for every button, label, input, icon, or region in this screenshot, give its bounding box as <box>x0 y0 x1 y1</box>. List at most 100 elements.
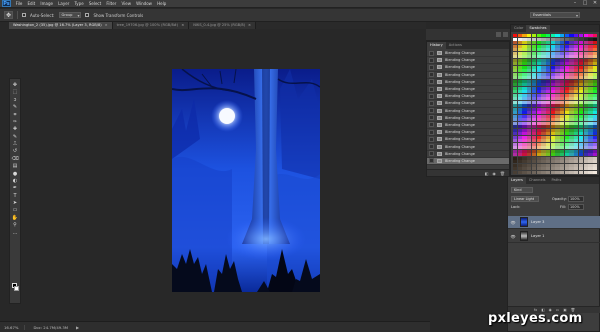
history-state[interactable]: Blending Change <box>427 122 509 130</box>
history-source-checkbox[interactable] <box>429 57 434 63</box>
menu-help[interactable]: Help <box>155 1 169 6</box>
tab-history[interactable]: History <box>427 42 446 49</box>
history-state[interactable]: Blending Change <box>427 157 509 165</box>
document-image[interactable] <box>172 69 320 292</box>
history-state[interactable]: Blending Change <box>427 151 509 158</box>
crop-icon[interactable]: ⌗ <box>11 112 19 118</box>
history-source-checkbox[interactable] <box>429 129 434 135</box>
path-select-icon[interactable]: ➤ <box>11 200 19 206</box>
blur-icon[interactable]: ● <box>11 171 19 177</box>
lasso-icon[interactable]: ↄ <box>11 97 19 103</box>
blend-mode-select[interactable]: Linear Light <box>511 196 539 202</box>
history-state[interactable]: Blending Change <box>427 108 509 115</box>
history-state[interactable]: Blending Change <box>427 100 509 108</box>
healing-icon[interactable]: ✚ <box>11 126 19 132</box>
stamp-icon[interactable]: ⎍ <box>11 141 19 147</box>
collapse-icon[interactable] <box>496 32 501 37</box>
history-source-checkbox[interactable] <box>429 100 434 106</box>
status-menu-arrow-icon[interactable]: ▶ <box>76 325 79 330</box>
tab-channels[interactable]: Channels <box>526 177 549 184</box>
tab-washington[interactable]: Washington_2 (35).jpg @ 16.7% (Layer 3, … <box>9 22 113 29</box>
eyedropper-icon[interactable]: ✑ <box>11 119 19 125</box>
background-color-swatch[interactable] <box>14 286 19 291</box>
history-state[interactable]: Blending Change <box>427 57 509 65</box>
fill-input[interactable]: 100% <box>568 204 584 210</box>
history-source-checkbox[interactable] <box>429 151 434 157</box>
tab-actions[interactable]: Actions <box>446 42 465 49</box>
layer-name[interactable]: Layer 3 <box>531 220 544 224</box>
close-tab-icon[interactable]: × <box>248 22 251 29</box>
menu-filter[interactable]: Filter <box>104 1 119 6</box>
move-icon[interactable]: ✥ <box>11 82 19 88</box>
layer-filter-kind-select[interactable]: Kind <box>511 187 533 193</box>
canvas-area[interactable] <box>22 29 426 321</box>
restore-icon[interactable]: □ <box>582 1 588 6</box>
layer-name[interactable]: Layer 1 <box>531 234 544 238</box>
history-source-checkbox[interactable] <box>429 64 434 70</box>
menu-image[interactable]: Image <box>38 1 56 6</box>
more-icon[interactable]: … <box>11 230 19 236</box>
history-source-checkbox[interactable] <box>429 93 434 99</box>
quick-select-icon[interactable]: ✎ <box>11 104 19 110</box>
menu-select[interactable]: Select <box>86 1 104 6</box>
close-tab-icon[interactable]: × <box>105 22 108 29</box>
tab-paths[interactable]: Paths <box>549 177 565 184</box>
pen-icon[interactable]: ✒ <box>11 185 19 191</box>
history-source-checkbox[interactable] <box>429 86 434 92</box>
minimize-icon[interactable]: – <box>572 1 578 6</box>
close-icon[interactable]: ✕ <box>592 1 598 6</box>
history-state[interactable]: Blending Change <box>427 129 509 137</box>
tab-color[interactable]: Color <box>511 25 526 32</box>
menu-edit[interactable]: Edit <box>25 1 38 6</box>
hand-icon[interactable]: ✋ <box>11 215 19 221</box>
tab-swatches[interactable]: Swatches <box>526 25 550 32</box>
type-icon[interactable]: T <box>11 193 19 199</box>
history-brush-icon[interactable]: ↺ <box>11 148 19 154</box>
eraser-icon[interactable]: ⌫ <box>11 156 19 162</box>
brush-icon[interactable]: ✎ <box>11 134 19 140</box>
zoom-icon[interactable]: ⚲ <box>11 222 19 228</box>
history-state[interactable]: Blending Change <box>427 64 509 72</box>
menu-layer[interactable]: Layer <box>56 1 72 6</box>
gradient-icon[interactable]: ▤ <box>11 163 19 169</box>
history-source-checkbox[interactable] <box>429 108 434 114</box>
history-source-checkbox[interactable] <box>429 144 434 150</box>
menu-view[interactable]: View <box>119 1 134 6</box>
tab-layers[interactable]: Layers <box>508 177 526 184</box>
color-swatch[interactable] <box>592 170 598 174</box>
history-source-checkbox[interactable] <box>429 72 434 78</box>
move-tool-preset-icon[interactable]: ✥ <box>4 11 13 19</box>
visibility-eye-icon[interactable]: 👁 <box>510 220 516 225</box>
dodge-icon[interactable]: ◐ <box>11 178 19 184</box>
history-source-checkbox[interactable] <box>429 50 434 56</box>
layer-row-layer-3[interactable]: 👁 Layer 3 <box>508 216 600 229</box>
history-state[interactable]: Blending Change <box>427 79 509 86</box>
tab-niks[interactable]: NIKS_0-4.jpg @ 25% (RGB/8) × <box>189 22 257 29</box>
show-transform-checkbox[interactable] <box>85 13 90 17</box>
marquee-icon[interactable]: ⬚ <box>11 89 19 95</box>
history-state[interactable]: Blending Change <box>427 136 509 144</box>
opacity-input[interactable]: 100% <box>568 196 584 202</box>
history-state[interactable]: Blending Change <box>427 115 509 122</box>
delete-state-icon[interactable]: 🗑 <box>500 171 505 176</box>
new-document-from-state-icon[interactable]: ◧ <box>485 171 489 176</box>
shape-icon[interactable]: ▭ <box>11 207 19 213</box>
tab-tree[interactable]: tree_19706.jpg @ 100% (RGB/8#) × <box>112 22 190 29</box>
layer-row-layer-1[interactable]: 👁 Layer 1 <box>508 230 600 243</box>
menu-file[interactable]: File <box>13 1 25 6</box>
menu-window[interactable]: Window <box>134 1 155 6</box>
zoom-level[interactable]: 16.67% <box>4 324 26 330</box>
panel-menu-icon[interactable] <box>503 32 508 37</box>
visibility-eye-icon[interactable]: 👁 <box>510 234 516 239</box>
workspace-dropdown[interactable]: Essentials <box>530 12 580 18</box>
history-state[interactable]: Blending Change <box>427 143 509 151</box>
history-state[interactable]: Blending Change <box>427 93 509 101</box>
history-source-checkbox[interactable] <box>429 79 434 85</box>
history-state[interactable]: Blending Change <box>427 72 509 79</box>
history-state[interactable]: Blending Change <box>427 86 509 94</box>
history-source-checkbox[interactable] <box>429 158 434 164</box>
menu-type[interactable]: Type <box>72 1 86 6</box>
history-source-checkbox[interactable] <box>429 136 434 142</box>
auto-select-dropdown[interactable]: Group <box>58 12 82 18</box>
auto-select-checkbox[interactable] <box>22 13 26 17</box>
